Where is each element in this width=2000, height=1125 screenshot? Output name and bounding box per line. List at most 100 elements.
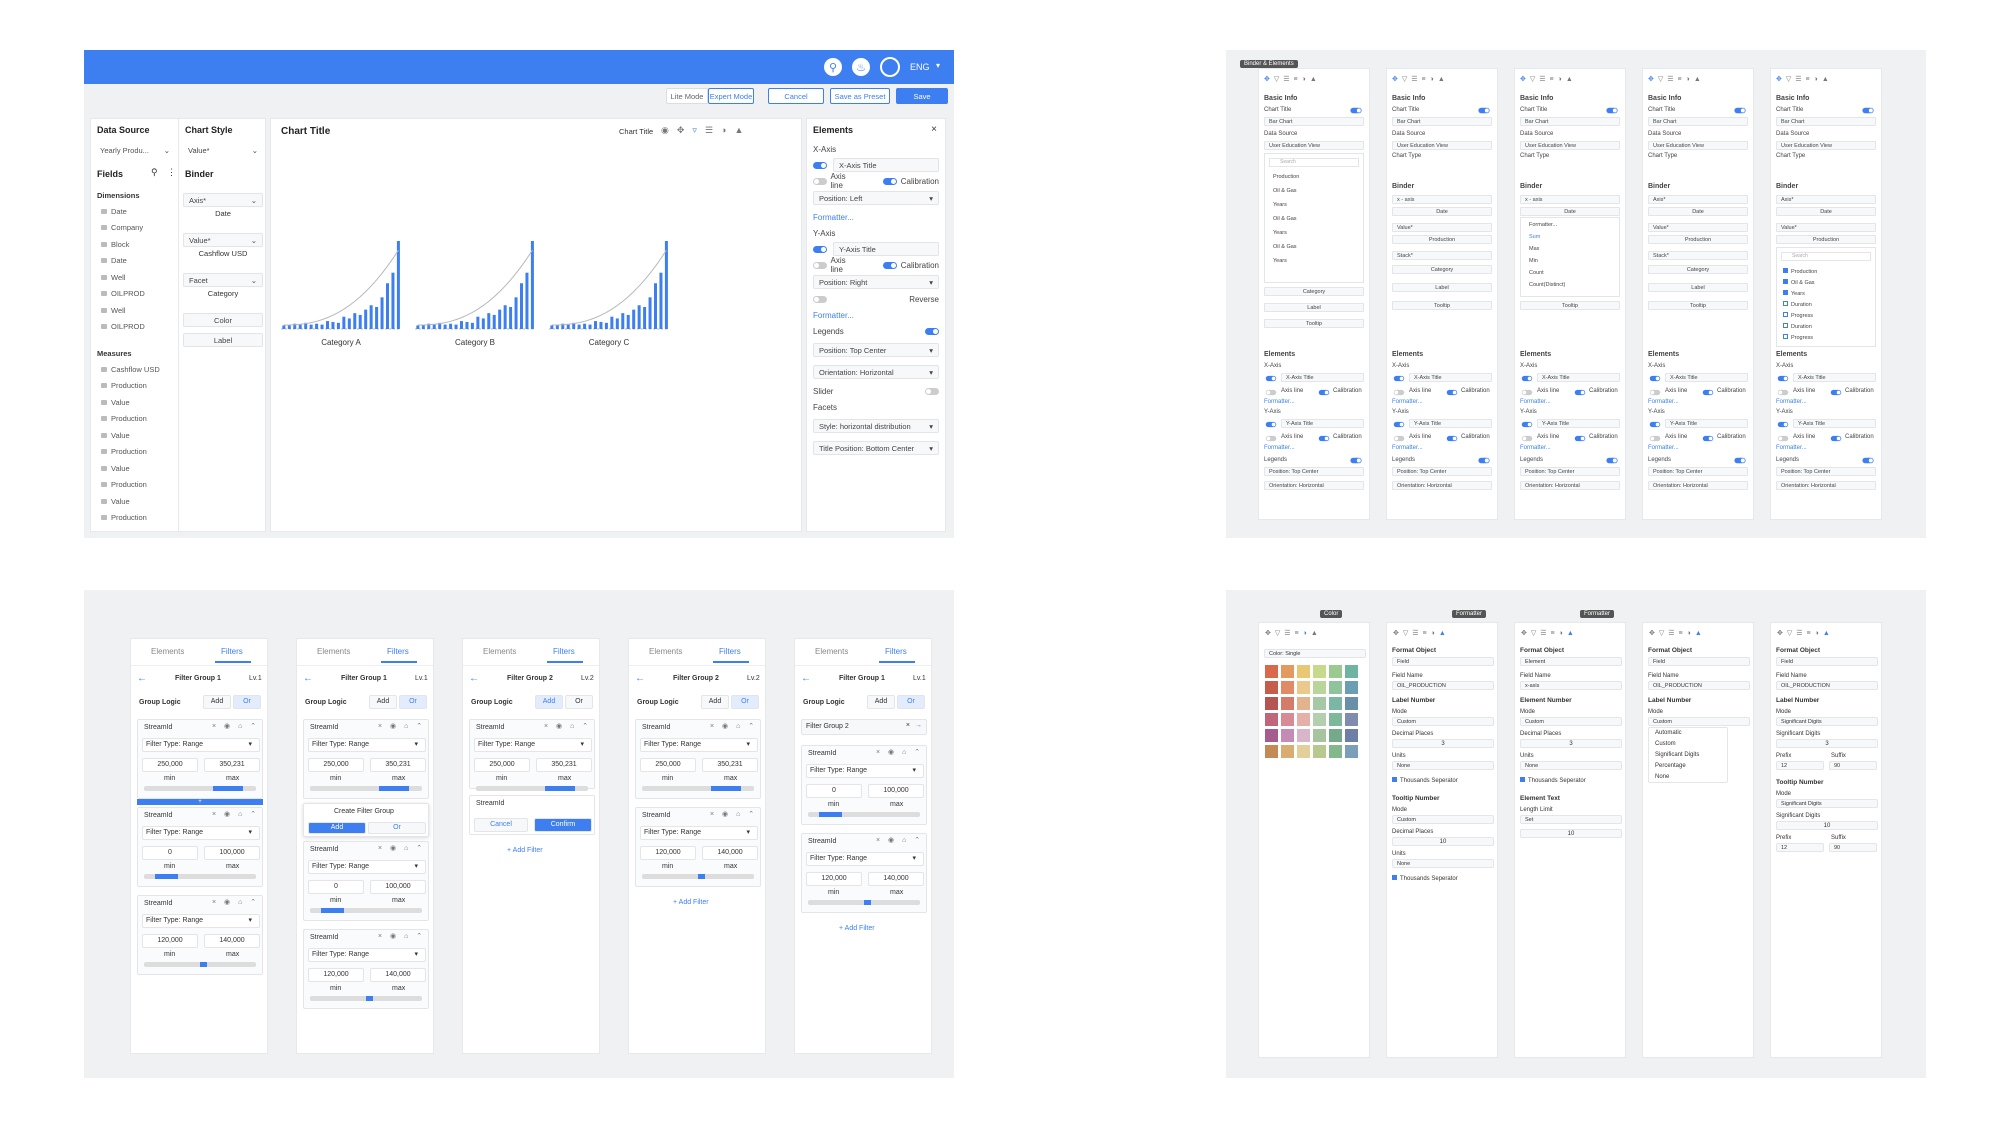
toggle[interactable] xyxy=(1702,435,1714,442)
bar[interactable] xyxy=(509,307,513,329)
max-input[interactable]: 140,000 xyxy=(702,846,758,860)
select-box[interactable]: Field xyxy=(1648,657,1750,666)
checkbox[interactable] xyxy=(1783,312,1788,317)
min-input[interactable]: 120,000 xyxy=(308,968,364,982)
select-box[interactable]: x - axis xyxy=(1392,195,1492,204)
stream-select[interactable]: StreamId xyxy=(476,724,504,731)
add-bar[interactable]: + xyxy=(137,799,263,805)
select-box[interactable]: Production xyxy=(1648,235,1748,244)
color-swatch[interactable] xyxy=(1281,729,1294,742)
color-swatch[interactable] xyxy=(1265,713,1278,726)
select-box[interactable]: Bar Chart xyxy=(1520,117,1620,126)
or-logic-button[interactable]: Or xyxy=(399,695,427,709)
checkbox[interactable] xyxy=(1783,323,1788,328)
tree-item[interactable]: Oil & Gas xyxy=(1273,244,1297,250)
move-icon[interactable]: ✥ xyxy=(1265,630,1275,637)
menu-item[interactable]: Count(Distinct) xyxy=(1529,282,1565,288)
color-swatch[interactable] xyxy=(1329,713,1342,726)
toggle[interactable] xyxy=(1521,375,1533,382)
x-axis-title-row[interactable]: X-Axis Title xyxy=(813,157,939,173)
measure-item[interactable]: Production xyxy=(101,510,160,527)
move-icon[interactable]: ✥ xyxy=(1776,76,1786,83)
chevron-down-icon[interactable]: ▾ xyxy=(912,854,916,862)
thousands-checkbox[interactable]: Thousands Seperator xyxy=(1392,777,1458,784)
select-box[interactable]: Date xyxy=(1392,207,1492,216)
dimension-item[interactable]: Well xyxy=(101,269,145,286)
bar[interactable] xyxy=(637,305,641,329)
range-slider[interactable] xyxy=(144,962,256,967)
range-slider[interactable] xyxy=(642,874,754,879)
select-box[interactable]: X-Axis Title xyxy=(1793,373,1876,382)
toggle[interactable] xyxy=(1478,107,1490,114)
move-icon[interactable]: ✥ xyxy=(1392,76,1402,83)
menu-item[interactable]: Min xyxy=(1529,258,1538,264)
bar[interactable] xyxy=(416,325,420,329)
tree-item[interactable]: Oil & Gas xyxy=(1273,216,1297,222)
axis-value[interactable]: Date xyxy=(183,209,263,218)
select-box[interactable]: Date xyxy=(1648,207,1748,216)
min-input[interactable]: 120,000 xyxy=(142,934,198,948)
select-box[interactable]: Production xyxy=(1776,235,1876,244)
toggle[interactable] xyxy=(1350,107,1362,114)
select-box[interactable]: None xyxy=(1520,761,1622,770)
chart-icon[interactable]: ▲ xyxy=(1310,76,1321,83)
decimal-stepper[interactable]: 3 xyxy=(1520,739,1622,748)
color-swatch[interactable] xyxy=(1281,745,1294,758)
measure-item[interactable]: Production xyxy=(101,444,160,461)
color-swatch[interactable] xyxy=(1345,745,1358,758)
color-swatch[interactable] xyxy=(1297,713,1310,726)
select-box[interactable]: Y-Axis Title xyxy=(1793,419,1876,428)
toggle[interactable] xyxy=(813,261,827,269)
toggle[interactable] xyxy=(1393,389,1405,396)
mode-option[interactable]: None xyxy=(1655,774,1669,780)
select-box[interactable]: Custom xyxy=(1392,815,1494,824)
toggle[interactable] xyxy=(1606,457,1618,464)
measure-item[interactable]: Value xyxy=(101,394,160,411)
mode-option[interactable]: Custom xyxy=(1655,741,1676,747)
add-button[interactable]: Add xyxy=(308,822,366,834)
tree-item[interactable]: Years xyxy=(1273,230,1287,236)
toggle[interactable] xyxy=(1265,375,1277,382)
checkbox[interactable] xyxy=(1783,290,1788,295)
menu-item[interactable]: Sum xyxy=(1529,234,1540,240)
color-slot[interactable]: Color xyxy=(183,313,263,327)
color-swatch[interactable] xyxy=(1281,713,1294,726)
check-item[interactable]: Oil & Gas xyxy=(1783,279,1815,286)
chevron-down-icon[interactable]: ▾ xyxy=(248,916,252,924)
cancel-button[interactable]: Cancel xyxy=(768,88,824,104)
select-box[interactable]: X-Axis Title xyxy=(1281,373,1364,382)
stream-select[interactable]: StreamId xyxy=(310,724,338,731)
add-filter-link[interactable]: + Add Filter xyxy=(507,847,543,854)
toggle[interactable] xyxy=(1830,435,1842,442)
measure-item[interactable]: Cashflow USD xyxy=(101,361,160,378)
color-swatch[interactable] xyxy=(1329,729,1342,742)
select-box[interactable]: User Education View xyxy=(1520,141,1620,150)
chart-icon[interactable]: ▲ xyxy=(1695,630,1706,637)
toggle[interactable] xyxy=(1350,457,1362,464)
toggle[interactable] xyxy=(813,245,827,253)
label-slot[interactable]: Label xyxy=(183,333,263,347)
toggle[interactable] xyxy=(1574,389,1586,396)
move-icon[interactable]: ✥ xyxy=(1649,630,1659,637)
range-slider[interactable] xyxy=(310,786,422,791)
select-box[interactable]: Position: Top Center xyxy=(1776,467,1876,476)
select-box[interactable]: Date xyxy=(1776,207,1876,216)
dimension-item[interactable]: Date xyxy=(101,203,145,220)
toggle[interactable] xyxy=(1862,457,1874,464)
color-swatch[interactable] xyxy=(1329,697,1342,710)
palette-icon[interactable]: ◑ xyxy=(1559,630,1567,637)
add-logic-button[interactable]: Add xyxy=(867,695,895,709)
stream-select[interactable]: StreamId xyxy=(144,900,172,907)
measure-item[interactable]: Production xyxy=(101,378,160,395)
color-swatch[interactable] xyxy=(1313,697,1326,710)
bar[interactable] xyxy=(465,321,469,329)
tree-item[interactable]: Production xyxy=(1273,174,1299,180)
bar[interactable] xyxy=(320,324,324,329)
list-icon[interactable]: ☰ xyxy=(1667,76,1677,83)
toggle[interactable] xyxy=(1393,375,1405,382)
color-swatch[interactable] xyxy=(1329,745,1342,758)
menu-item[interactable]: Formatter... xyxy=(1529,222,1557,228)
check-item[interactable]: Years xyxy=(1783,290,1805,297)
stream-select[interactable]: StreamId xyxy=(144,812,172,819)
palette-icon[interactable]: ◑ xyxy=(1686,76,1694,83)
